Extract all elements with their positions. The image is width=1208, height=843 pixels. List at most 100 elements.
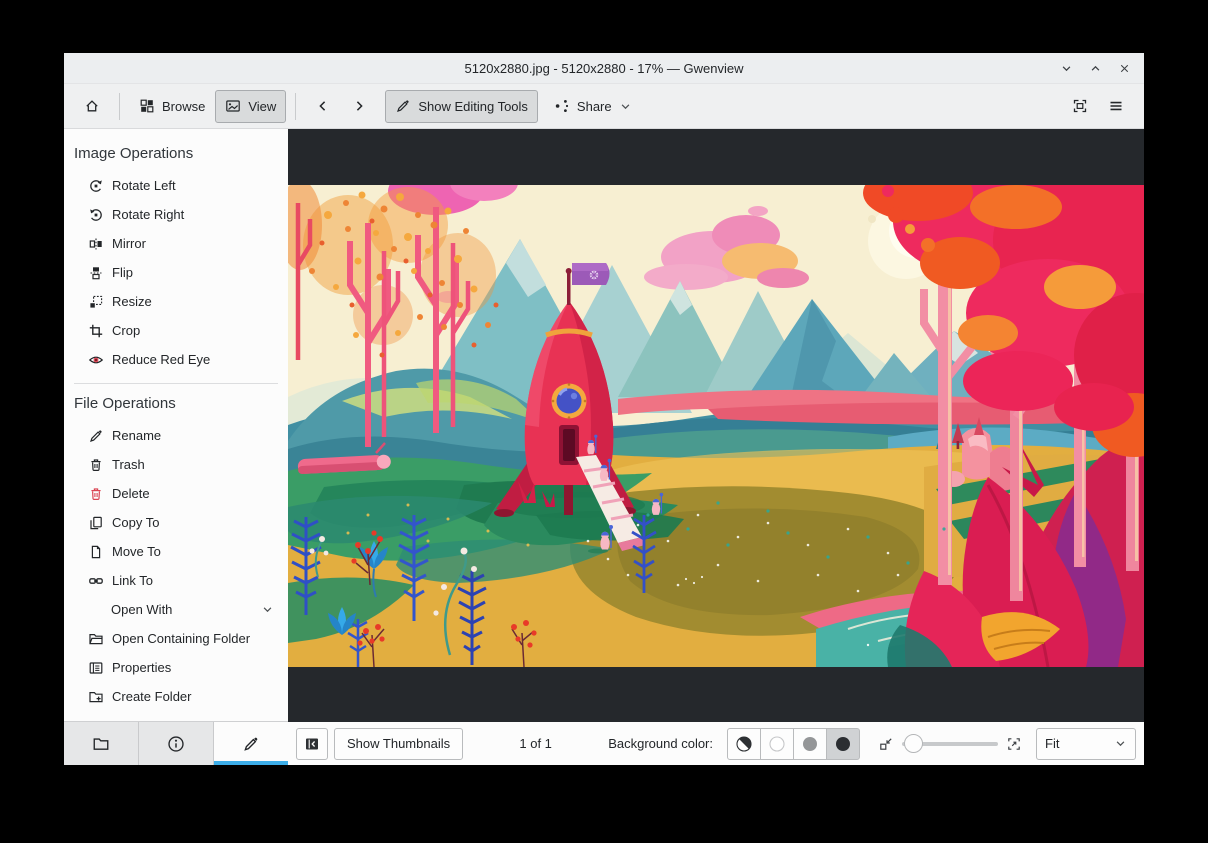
file-operations-title: File Operations [74, 395, 176, 412]
chevron-right-icon [351, 98, 367, 114]
browse-button[interactable]: Browse [129, 90, 215, 123]
swatch-light[interactable] [760, 727, 794, 760]
sidebar-item-move-to[interactable]: Move To [64, 537, 288, 566]
item-label: Flip [112, 265, 133, 280]
home-icon [84, 98, 100, 114]
sidebar-item-rotate-left[interactable]: Rotate Left [64, 171, 288, 200]
copy-icon [88, 515, 104, 531]
swatch-gray[interactable] [793, 727, 827, 760]
viewer-image[interactable] [288, 185, 1144, 667]
desktop: 5120x2880.jpg - 5120x2880 - 17% — Gwenvi… [0, 0, 1208, 843]
item-label: Move To [112, 544, 161, 559]
zoom-out-fit-icon[interactable] [878, 736, 894, 752]
maximize-icon[interactable] [1089, 62, 1102, 75]
swatch-auto[interactable] [727, 727, 761, 760]
link-icon [88, 573, 104, 589]
zoom-in-full-icon[interactable] [1006, 736, 1022, 752]
sidebar-item-properties[interactable]: Properties [64, 653, 288, 682]
resize-icon [88, 294, 104, 310]
image-viewer[interactable] [288, 129, 1144, 722]
view-label: View [248, 98, 277, 114]
zoom-slider[interactable] [902, 733, 998, 755]
chevron-down-icon [619, 100, 632, 113]
item-label: Rotate Left [112, 178, 176, 193]
zoom-mode-select[interactable]: Fit [1036, 727, 1136, 760]
window-title: 5120x2880.jpg - 5120x2880 - 17% — Gwenvi… [464, 60, 744, 76]
rotate-left-icon [88, 178, 104, 194]
sidebar-item-delete[interactable]: Delete [64, 479, 288, 508]
tab-information[interactable] [139, 722, 214, 765]
statusbar: Show Thumbnails 1 of 1 Background color: [288, 722, 1144, 765]
item-label: Properties [112, 660, 172, 675]
back-button[interactable] [305, 90, 341, 123]
mirror-icon [88, 236, 104, 252]
share-button[interactable]: Share [544, 90, 642, 123]
tab-folders[interactable] [64, 722, 139, 765]
window-controls [1060, 62, 1144, 75]
show-editing-tools-button[interactable]: Show Editing Tools [385, 89, 538, 123]
rename-icon [88, 428, 104, 444]
pencil-icon [395, 98, 411, 114]
fullscreen-icon [1072, 98, 1088, 114]
tab-operations[interactable] [214, 722, 288, 765]
show-thumbnails-button[interactable]: Show Thumbnails [334, 727, 464, 760]
section-separator [74, 383, 278, 384]
titlebar[interactable]: 5120x2880.jpg - 5120x2880 - 17% — Gwenvi… [64, 53, 1144, 84]
item-label: Open Containing Folder [112, 631, 251, 646]
item-label: Copy To [112, 515, 160, 530]
crop-icon [88, 323, 104, 339]
sidebar-item-mirror[interactable]: Mirror [64, 229, 288, 258]
home-button[interactable] [74, 90, 110, 123]
item-label: Create Folder [112, 689, 192, 704]
toolbar-separator [119, 92, 120, 120]
hamburger-icon [1108, 98, 1124, 114]
browse-grid-icon [139, 98, 155, 114]
sidebar-item-crop[interactable]: Crop [64, 316, 288, 345]
background-color-label: Background color: [608, 736, 713, 751]
folder-icon [92, 735, 110, 753]
sidebar-item-rename[interactable]: Rename [64, 421, 288, 450]
sidebar-item-open-containing-folder[interactable]: Open Containing Folder [64, 624, 288, 653]
zoom-mode-value: Fit [1045, 736, 1060, 751]
sidebar-item-resize[interactable]: Resize [64, 287, 288, 316]
sidebar-item-flip[interactable]: Flip [64, 258, 288, 287]
show-editing-tools-label: Show Editing Tools [418, 98, 528, 114]
sidebar-item-reduce-red-eye[interactable]: Reduce Red Eye [64, 345, 288, 374]
sidebar-toggle-button[interactable] [296, 727, 328, 760]
swatch-dark[interactable] [826, 727, 860, 760]
close-icon[interactable] [1118, 62, 1131, 75]
image-operations-title: Image Operations [74, 145, 194, 162]
sidebar-item-rotate-right[interactable]: Rotate Right [64, 200, 288, 229]
rotate-right-icon [88, 207, 104, 223]
sidebar-item-create-folder[interactable]: Create Folder [64, 682, 288, 711]
item-label: Resize [112, 294, 152, 309]
item-label: Rotate Right [112, 207, 185, 222]
light-swatch-icon [769, 735, 785, 752]
dark-swatch-icon [836, 736, 850, 751]
window-body: Image Operations Rotate Left Rotate Righ… [64, 129, 1144, 765]
sidebar-item-link-to[interactable]: Link To [64, 566, 288, 595]
item-label: Link To [112, 573, 153, 588]
forward-button[interactable] [341, 90, 377, 123]
sidebar-tabs [64, 721, 288, 765]
fullscreen-button[interactable] [1062, 90, 1098, 123]
pencil-icon [242, 735, 260, 753]
sidebar-item-trash[interactable]: Trash [64, 450, 288, 479]
hamburger-menu-button[interactable] [1098, 90, 1134, 123]
move-icon [88, 544, 104, 560]
minimize-icon[interactable] [1060, 62, 1073, 75]
folder-open-icon [88, 631, 104, 647]
item-label: Crop [112, 323, 141, 338]
zoom-slider-handle[interactable] [904, 733, 923, 753]
view-button[interactable]: View [215, 89, 287, 123]
gray-swatch-icon [803, 736, 817, 751]
trash-icon [88, 457, 104, 473]
background-color-swatches [727, 727, 860, 760]
red-eye-icon [88, 352, 104, 368]
sidebar-item-copy-to[interactable]: Copy To [64, 508, 288, 537]
sidebar-collapse-icon [304, 736, 320, 752]
chevron-down-icon [261, 603, 274, 616]
item-label: Open With [111, 602, 173, 617]
sidebar-item-open-with[interactable]: Open With [64, 595, 288, 624]
item-label: Delete [112, 486, 150, 501]
